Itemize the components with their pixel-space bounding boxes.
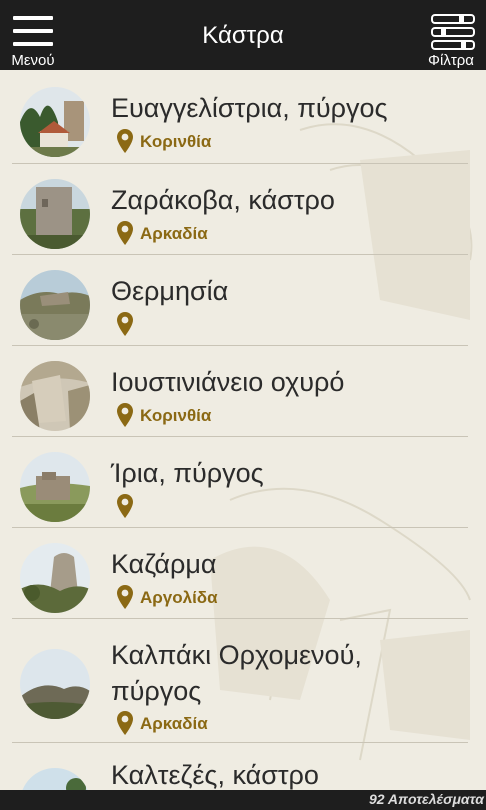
item-region: Αρκαδία [140, 714, 208, 733]
location-pin-icon [117, 494, 133, 518]
page-title: Κάστρα [202, 22, 284, 49]
list-item[interactable]: Θερμησία [0, 253, 486, 344]
location-pin-icon [117, 312, 133, 336]
list-item[interactable]: Καλτεζές, κάστρο [0, 743, 486, 790]
item-title: Ζαράκοβα, κάστρο [111, 185, 335, 215]
item-region: Κορινθία [140, 132, 212, 151]
item-title-line2: πύργος [111, 676, 202, 706]
location-pin-icon [117, 403, 133, 427]
list-item[interactable]: Ζαράκοβα, κάστρο Αρκαδία [0, 162, 486, 253]
list-item[interactable]: Ίρια, πύργος [0, 435, 486, 526]
filter-label: Φίλτρα [428, 52, 474, 69]
castle-thumbnail [20, 361, 90, 431]
item-title: Ιουστινιάνειο οχυρό [111, 367, 345, 397]
filter-button[interactable]: Φίλτρα [416, 0, 486, 70]
castle-thumbnail [20, 452, 90, 522]
castle-thumbnail [20, 270, 90, 340]
location-pin-icon [117, 129, 133, 153]
item-title: Ευαγγελίστρια, πύργος [111, 93, 388, 123]
item-region: Αργολίδα [140, 588, 218, 607]
castle-thumbnail [20, 649, 90, 719]
hamburger-menu-icon [13, 16, 53, 46]
list-item[interactable]: Ιουστινιάνειο οχυρό Κορινθία [0, 344, 486, 435]
location-pin-icon [117, 585, 133, 609]
item-title-line1: Καλπάκι Ορχομενού, [111, 640, 362, 670]
castle-thumbnail [20, 543, 90, 613]
results-bar: 92 Αποτελέσματα [0, 790, 486, 810]
list-item[interactable]: Καζάρμα Αργολίδα [0, 526, 486, 617]
castle-thumbnail [20, 87, 90, 157]
menu-button[interactable]: Μενού [0, 0, 66, 70]
location-pin-icon [117, 221, 133, 245]
menu-label: Μενού [11, 52, 55, 69]
item-title: Καζάρμα [111, 549, 217, 579]
list-item[interactable]: Καλπάκι Ορχομενού, πύργος Αρκαδία [0, 617, 486, 742]
location-pin-icon [117, 711, 133, 735]
item-title: Θερμησία [111, 276, 229, 306]
app-bar: Μενού Κάστρα Φίλτρα [0, 0, 486, 70]
castle-list: Ευαγγελίστρια, πύργος Κορινθία Ζαράκοβα,… [0, 70, 486, 790]
castle-thumbnail [20, 768, 90, 790]
item-title: Καλτεζές, κάστρο [111, 760, 319, 790]
list-item[interactable]: Ευαγγελίστρια, πύργος Κορινθία [0, 70, 486, 161]
filter-sliders-icon [431, 14, 475, 50]
castle-thumbnail [20, 179, 90, 249]
item-region: Αρκαδία [140, 224, 208, 243]
results-count: 92 Αποτελέσματα [368, 791, 484, 807]
item-title: Ίρια, πύργος [111, 458, 264, 488]
item-region: Κορινθία [140, 406, 212, 425]
